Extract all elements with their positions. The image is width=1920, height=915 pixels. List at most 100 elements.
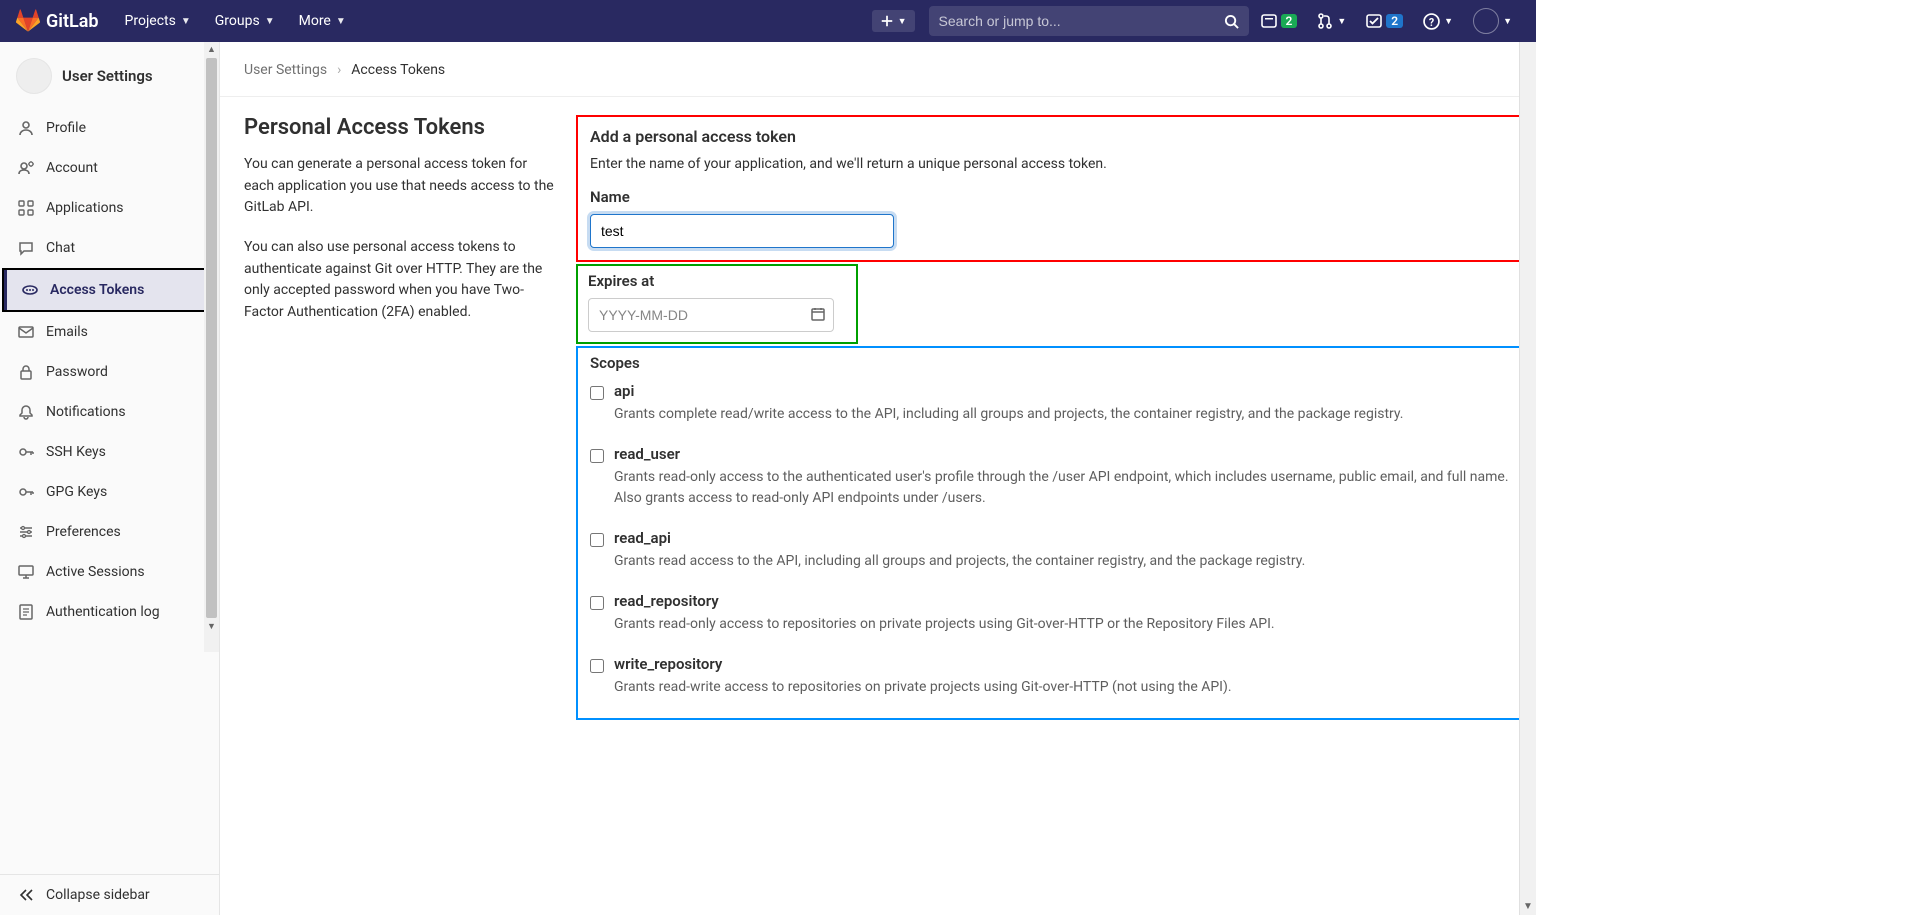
scope-name: api (614, 382, 1514, 400)
sidebar-item-active-sessions[interactable]: Active Sessions (0, 552, 219, 592)
sidebar-title: User Settings (62, 67, 153, 85)
scope-description: Grants read-only access to the authentic… (614, 467, 1514, 509)
todos-badge: 2 (1386, 14, 1403, 28)
sidebar-item-label: Preferences (46, 524, 121, 540)
todos-link[interactable]: 2 (1358, 13, 1411, 29)
sidebar-item-emails[interactable]: Emails (0, 312, 219, 352)
scroll-up-icon: ▲ (204, 42, 219, 57)
sidebar-item-access-tokens[interactable]: Access Tokens (2, 268, 217, 312)
scope-row: write_repositoryGrants read-write access… (590, 649, 1514, 712)
calendar-icon[interactable] (810, 306, 826, 322)
chevron-down-icon: ▼ (898, 16, 907, 27)
top-nav: GitLab Projects▼ Groups▼ More▼ ▼ 2 ▼ 2 ?… (0, 0, 1536, 42)
token-name-input[interactable] (590, 214, 894, 248)
sidebar: User Settings Profile Account Applicatio… (0, 42, 220, 915)
scope-name: read_api (614, 529, 1514, 547)
search-icon (1224, 14, 1239, 29)
nav-projects[interactable]: Projects▼ (115, 5, 201, 37)
chevron-down-icon: ▼ (181, 16, 191, 27)
key-icon (18, 444, 34, 460)
merge-requests-link[interactable]: ▼ (1309, 13, 1354, 29)
scope-description: Grants read access to the API, including… (614, 551, 1514, 572)
sidebar-item-gpg-keys[interactable]: GPG Keys (0, 472, 219, 512)
log-icon (18, 604, 34, 620)
scope-description: Grants read-write access to repositories… (614, 677, 1514, 698)
page-description: You can generate a personal access token… (244, 154, 554, 219)
bell-icon (18, 404, 34, 420)
search-input[interactable] (939, 13, 1216, 29)
chat-icon (18, 240, 34, 256)
sidebar-item-label: Access Tokens (50, 282, 144, 298)
scope-row: read_user Grants read-only access to the … (590, 439, 1514, 523)
issues-badge: 2 (1281, 14, 1298, 28)
sidebar-item-label: Applications (46, 200, 124, 216)
profile-icon (18, 120, 34, 136)
nav-more[interactable]: More▼ (289, 5, 356, 37)
monitor-icon (18, 564, 34, 580)
sidebar-item-password[interactable]: Password (0, 352, 219, 392)
main-content: User Settings › Access Tokens Personal A… (220, 42, 1536, 915)
new-dropdown[interactable]: ▼ (872, 10, 915, 32)
scope-checkbox-read_repository[interactable] (590, 596, 604, 610)
sidebar-item-label: Profile (46, 120, 86, 136)
sidebar-item-label: Active Sessions (46, 564, 145, 580)
scroll-down-icon: ▼ (1520, 898, 1536, 915)
applications-icon (18, 200, 34, 216)
breadcrumb-current: Access Tokens (351, 62, 445, 78)
sidebar-scrollbar[interactable]: ▲ ▼ (204, 42, 219, 652)
issues-icon (1261, 13, 1277, 29)
sidebar-header[interactable]: User Settings (0, 42, 219, 108)
scope-checkbox-write_repository[interactable] (590, 659, 604, 673)
sidebar-item-applications[interactable]: Applications (0, 188, 219, 228)
scope-checkbox-read_user[interactable] (590, 449, 604, 463)
question-icon: ? (1423, 13, 1440, 30)
sidebar-item-label: GPG Keys (46, 484, 107, 500)
section-subtitle: Enter the name of your application, and … (590, 156, 1514, 172)
breadcrumb-root[interactable]: User Settings (244, 62, 327, 78)
scope-checkbox-api[interactable] (590, 386, 604, 400)
sidebar-item-label: Password (46, 364, 108, 380)
scroll-thumb[interactable] (206, 58, 217, 618)
scope-name: read_user (614, 445, 1514, 463)
token-icon (22, 282, 38, 298)
key-icon (18, 484, 34, 500)
chevron-down-icon: ▼ (1503, 16, 1512, 27)
avatar (1473, 8, 1499, 34)
scope-row: apiGrants complete read/write access to … (590, 376, 1514, 439)
nav-groups[interactable]: Groups▼ (205, 5, 285, 37)
section-title: Add a personal access token (590, 127, 1514, 146)
scope-description: Grants read-only access to repositories … (614, 614, 1514, 635)
sidebar-item-chat[interactable]: Chat (0, 228, 219, 268)
issues-link[interactable]: 2 (1253, 13, 1306, 29)
expires-section: Expires at (576, 264, 858, 344)
sidebar-item-ssh-keys[interactable]: SSH Keys (0, 432, 219, 472)
user-menu[interactable]: ▼ (1465, 8, 1520, 34)
preferences-icon (18, 524, 34, 540)
scope-checkbox-read_api[interactable] (590, 533, 604, 547)
account-icon (18, 160, 34, 176)
sidebar-item-auth-log[interactable]: Authentication log (0, 592, 219, 632)
expires-input[interactable] (588, 298, 834, 332)
scope-row: read_api Grants read access to the API, i… (590, 523, 1514, 586)
sidebar-item-preferences[interactable]: Preferences (0, 512, 219, 552)
sidebar-item-profile[interactable]: Profile (0, 108, 219, 148)
todos-icon (1366, 13, 1382, 29)
sidebar-item-account[interactable]: Account (0, 148, 219, 188)
sidebar-item-label: Notifications (46, 404, 126, 420)
sidebar-item-notifications[interactable]: Notifications (0, 392, 219, 432)
collapse-sidebar[interactable]: Collapse sidebar (0, 874, 219, 915)
help-link[interactable]: ? ▼ (1415, 13, 1461, 30)
sidebar-item-label: SSH Keys (46, 444, 106, 460)
page-title: Personal Access Tokens (244, 115, 554, 140)
svg-text:?: ? (1429, 15, 1434, 28)
email-icon (18, 324, 34, 340)
breadcrumb: User Settings › Access Tokens (220, 42, 1536, 97)
sidebar-item-label: Chat (46, 240, 75, 256)
lock-icon (18, 364, 34, 380)
page-scrollbar[interactable]: ▲ ▼ (1519, 0, 1536, 915)
global-search[interactable] (929, 6, 1249, 36)
sidebar-item-label: Emails (46, 324, 88, 340)
gitlab-logo-icon (16, 9, 40, 33)
collapse-label: Collapse sidebar (46, 887, 150, 903)
brand[interactable]: GitLab (16, 9, 99, 33)
